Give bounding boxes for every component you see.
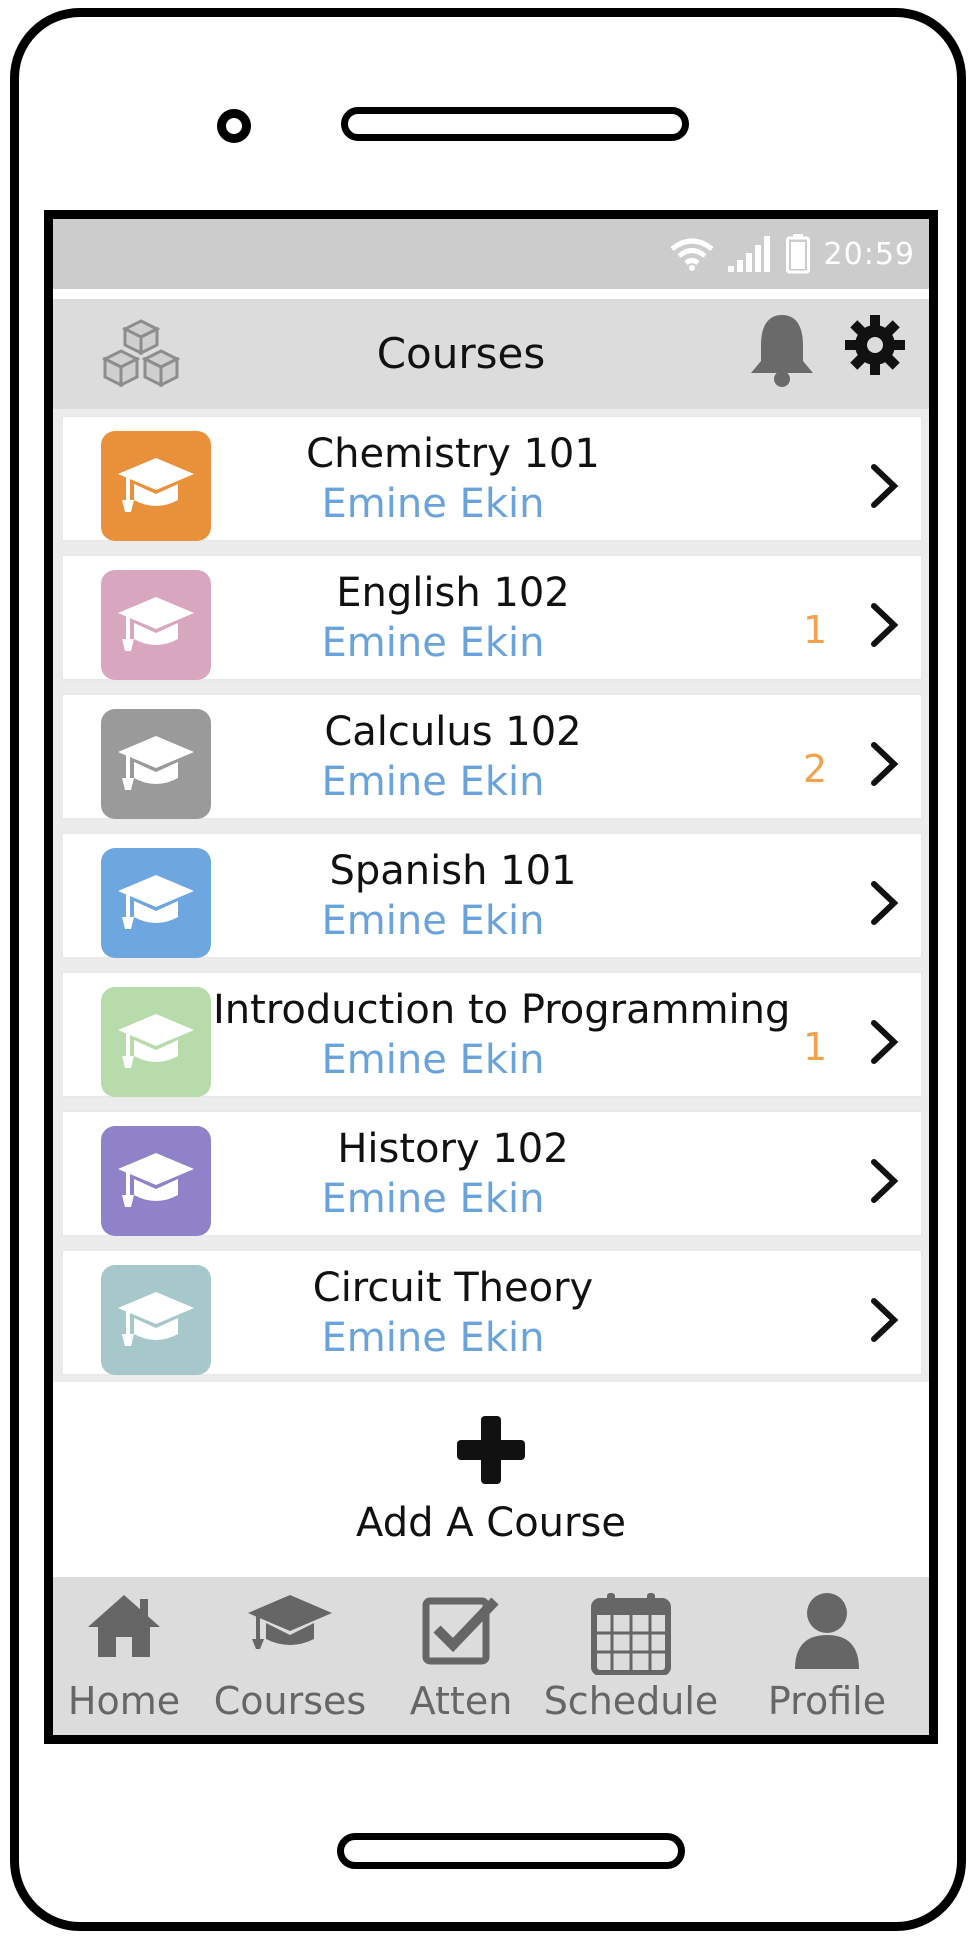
course-row[interactable]: Chemistry 101 Emine Ekin <box>53 409 929 548</box>
chevron-right-icon <box>871 1298 899 1342</box>
bell-icon[interactable] <box>747 311 817 389</box>
course-icon <box>101 987 211 1097</box>
course-card: Spanish 101 Emine Ekin <box>61 832 923 959</box>
chevron-right-icon <box>871 464 899 508</box>
tab-home[interactable]: Home <box>53 1577 195 1735</box>
tab-profile[interactable]: Profile <box>725 1577 929 1735</box>
course-row[interactable]: Introduction to Programming Emine Ekin 1 <box>53 965 929 1104</box>
course-row[interactable]: Calculus 102 Emine Ekin 2 <box>53 687 929 826</box>
user-icon <box>795 1593 859 1669</box>
tab-attendance-label: Atten <box>409 1679 513 1723</box>
chevron-right-icon <box>871 1020 899 1064</box>
tab-courses[interactable]: Courses <box>195 1577 385 1735</box>
course-title: Calculus 102 <box>324 709 582 755</box>
bottom-tab-bar: Home Courses Atten Schedule Profile <box>53 1577 929 1735</box>
graduation-cap-icon <box>118 1292 194 1346</box>
course-icon <box>101 709 211 819</box>
course-instructor: Emine Ekin <box>321 620 545 666</box>
course-icon <box>101 431 211 541</box>
course-card: Chemistry 101 Emine Ekin <box>61 415 923 542</box>
app-header: Courses <box>53 299 929 409</box>
add-course-label: Add A Course <box>356 1500 626 1546</box>
course-icon <box>101 1265 211 1375</box>
course-instructor: Emine Ekin <box>321 1037 545 1083</box>
chevron-right-icon <box>871 742 899 786</box>
course-card: History 102 Emine Ekin <box>61 1110 923 1237</box>
tab-profile-label: Profile <box>767 1679 887 1723</box>
course-title: Chemistry 101 <box>306 431 600 477</box>
tab-schedule-label: Schedule <box>543 1679 719 1723</box>
tab-attendance[interactable]: Atten <box>385 1577 537 1735</box>
course-title: Circuit Theory <box>312 1265 594 1311</box>
course-icon <box>101 570 211 680</box>
graduation-cap-icon <box>248 1595 332 1649</box>
front-camera <box>217 109 251 143</box>
add-course-button[interactable]: Add A Course <box>53 1414 929 1546</box>
graduation-cap-icon <box>118 597 194 651</box>
graduation-cap-icon <box>118 458 194 512</box>
course-title: Introduction to Programming <box>213 987 791 1033</box>
course-instructor: Emine Ekin <box>321 481 545 527</box>
chevron-right-icon <box>871 603 899 647</box>
wifi-icon <box>669 238 714 271</box>
tab-home-label: Home <box>67 1679 181 1723</box>
home-icon <box>88 1595 160 1657</box>
notification-count-badge: 2 <box>803 747 828 791</box>
course-row[interactable]: Spanish 101 Emine Ekin <box>53 826 929 965</box>
course-instructor: Emine Ekin <box>321 1176 545 1222</box>
course-card: Circuit Theory Emine Ekin <box>61 1249 923 1376</box>
app-screen: 20:59 Courses Chemistry 101 Emine Ekin E… <box>44 210 938 1744</box>
checkbox-icon <box>422 1597 499 1665</box>
battery-icon <box>785 234 810 274</box>
plus-icon <box>457 1416 525 1484</box>
chevron-right-icon <box>871 881 899 925</box>
course-icon <box>101 848 211 958</box>
course-title: English 102 <box>336 570 570 616</box>
course-card: English 102 Emine Ekin 1 <box>61 554 923 681</box>
home-button[interactable] <box>337 1833 685 1869</box>
graduation-cap-icon <box>118 736 194 790</box>
notification-count-badge: 1 <box>803 608 828 652</box>
signal-icon <box>727 236 770 272</box>
course-icon <box>101 1126 211 1236</box>
course-title: Spanish 101 <box>329 848 577 894</box>
tab-courses-label: Courses <box>213 1679 367 1723</box>
course-instructor: Emine Ekin <box>321 1315 545 1361</box>
chevron-right-icon <box>871 1159 899 1203</box>
course-card: Introduction to Programming Emine Ekin 1 <box>61 971 923 1098</box>
graduation-cap-icon <box>118 875 194 929</box>
course-card: Calculus 102 Emine Ekin 2 <box>61 693 923 820</box>
status-time: 20:59 <box>823 236 915 272</box>
course-row[interactable]: Circuit Theory Emine Ekin <box>53 1243 929 1382</box>
course-instructor: Emine Ekin <box>321 759 545 805</box>
graduation-cap-icon <box>118 1014 194 1068</box>
course-title: History 102 <box>337 1126 569 1172</box>
status-bar: 20:59 <box>53 219 929 289</box>
calendar-icon <box>591 1593 671 1675</box>
notification-count-badge: 1 <box>803 1025 828 1069</box>
graduation-cap-icon <box>118 1153 194 1207</box>
tab-schedule[interactable]: Schedule <box>537 1577 725 1735</box>
course-row[interactable]: History 102 Emine Ekin <box>53 1104 929 1243</box>
gear-icon[interactable] <box>843 313 907 377</box>
course-list: Chemistry 101 Emine Ekin English 102 Emine … <box>53 409 929 1382</box>
course-instructor: Emine Ekin <box>321 898 545 944</box>
earpiece-speaker <box>341 107 689 141</box>
course-row[interactable]: English 102 Emine Ekin 1 <box>53 548 929 687</box>
